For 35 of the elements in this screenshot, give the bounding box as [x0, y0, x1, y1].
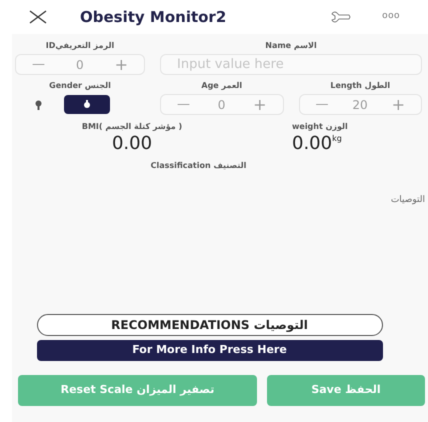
- more-menu[interactable]: ooo: [382, 10, 400, 24]
- recommendations-header: RECOMMENDATIONS التوصيات: [36, 314, 382, 336]
- minus-button[interactable]: —: [316, 94, 328, 114]
- minus-button[interactable]: —: [32, 54, 45, 74]
- stepper-value: 20: [352, 96, 368, 114]
- gender-option[interactable]: [64, 95, 110, 114]
- close-icon[interactable]: [28, 10, 48, 24]
- number-stepper[interactable]: — 20 +: [298, 94, 422, 115]
- field-label: weight الوزن: [292, 121, 348, 133]
- field-label: IDالرمز التعريفي: [46, 40, 114, 52]
- number-stepper[interactable]: — 0 +: [160, 94, 284, 115]
- field-label: Age العمر: [201, 80, 242, 92]
- plus-button[interactable]: +: [253, 96, 266, 112]
- plus-button[interactable]: +: [114, 56, 128, 72]
- number-stepper[interactable]: — 0 +: [15, 54, 145, 75]
- person-icon: [34, 100, 42, 110]
- field-label: Classification التصنيف: [150, 160, 246, 172]
- bmi-value: 0.00: [112, 133, 152, 156]
- recommendations-text: التوصيات: [390, 194, 425, 206]
- more-info-button[interactable]: For More Info Press Here: [36, 340, 382, 361]
- stepper-value: 0: [218, 96, 226, 114]
- field-label: Name الاسم: [265, 40, 317, 52]
- unit-label: kg: [332, 133, 342, 145]
- field-label: Gender الجنس: [49, 80, 111, 92]
- reset-button[interactable]: Reset Scale تصفير الميزان: [18, 375, 257, 406]
- field-label: Length الطول: [330, 80, 390, 92]
- minus-button[interactable]: —: [177, 94, 190, 114]
- weight-value: 0.00: [292, 133, 332, 156]
- stepper-value: 0: [76, 56, 84, 74]
- plus-button[interactable]: +: [392, 96, 405, 112]
- save-button[interactable]: Save الحفظ: [267, 375, 425, 406]
- person-icon: [82, 100, 92, 110]
- field-label: BMI( مؤشر كتلة الجسم ): [82, 121, 182, 133]
- wrench-icon[interactable]: [330, 11, 352, 23]
- window-title: Obesity Monitor2: [80, 6, 226, 28]
